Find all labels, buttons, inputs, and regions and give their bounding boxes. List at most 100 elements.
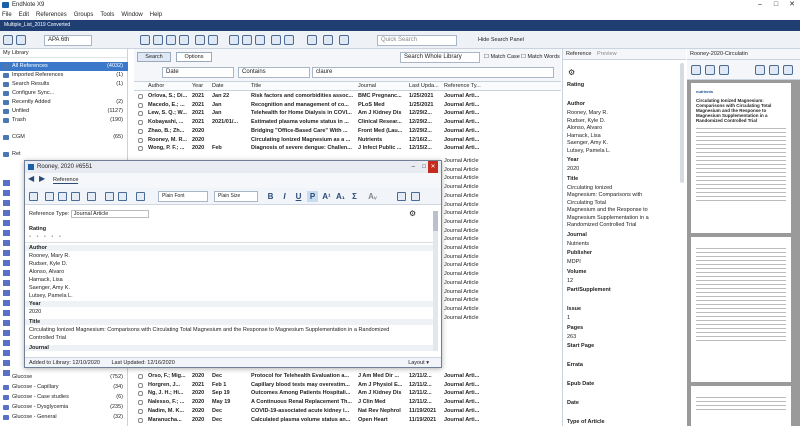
new-reference-icon[interactable] [140,35,150,45]
table-row[interactable]: Lew, S. Q.; W... 2021 Jan Telehealth for Ho… [134,109,561,117]
search-term-input[interactable]: claure [312,67,554,78]
size-select[interactable]: Plain Size [214,191,258,202]
menu-help[interactable]: Help [150,12,162,18]
field-value[interactable]: Harnack, Lisa [567,133,601,139]
field-value[interactable]: Nutrients [567,241,589,247]
style-select[interactable]: APA 6th [44,35,92,46]
editor-gear-icon[interactable]: ⚙ [409,209,416,218]
table-row[interactable]: Macedo, E.; ... 2021 Jan Recognition and ma… [134,101,561,109]
sidebar-group[interactable]: Glucose - Capillary (34) [0,383,128,392]
scrollbar[interactable] [680,63,684,183]
open-link-icon[interactable] [58,192,67,201]
sidebar-item[interactable]: Ret [0,150,128,159]
search-scope-select[interactable]: Search Whole Library [400,52,480,63]
editor-close-icon[interactable]: ✕ [428,161,438,173]
sidebar-item[interactable]: Trash (190) [0,116,128,125]
underline-button[interactable]: U [293,191,304,202]
title-value-cont[interactable]: Controlled Trial [29,335,66,341]
sidebar-item[interactable]: All References (4032) [0,62,128,71]
attach-icon[interactable] [783,65,793,75]
open-pdf-icon[interactable] [691,65,701,75]
sidebar-group[interactable]: Glucose (752) [0,373,128,382]
italic-button[interactable]: I [279,191,290,202]
field-value[interactable]: Rudser, Kyle D. [567,118,605,124]
rating-stars[interactable]: • • • • • [29,234,63,240]
sidebar-group[interactable]: Glucose - Dysglycemia (235) [0,403,128,412]
copy-formatted-icon[interactable] [136,192,145,201]
field-value[interactable]: Randomized Controlled Trial [567,222,636,228]
field-value[interactable]: Circulating Ionized [567,185,612,191]
symbol-button[interactable]: Σ [349,191,360,202]
sidebar-item[interactable]: Unfiled (1127) [0,107,128,116]
match-words-checkbox[interactable]: ☐ Match Words [521,54,560,60]
attach-file-icon[interactable] [45,192,54,201]
sidebar-item[interactable]: CGM (65) [0,133,128,142]
tab-reference-editor[interactable]: Reference [53,177,79,184]
field-value[interactable]: Saenger, Amy K. [567,140,608,146]
back-arrow-icon[interactable]: ◀ [28,174,34,183]
help-icon[interactable] [339,35,349,45]
plain-button[interactable]: P [307,191,318,202]
tab-reference[interactable]: Reference [566,51,591,57]
web-icon[interactable] [118,192,127,201]
editor-maximize-icon[interactable]: □ [422,161,426,173]
local-library-icon[interactable] [3,35,13,45]
paste-icon[interactable] [397,192,406,201]
table-row[interactable]: Nadim, M. K... 2020 Dec COVID-19-associated… [134,407,561,415]
sidebar-item[interactable]: Imported References (1) [0,71,128,80]
save-pdf-icon[interactable] [705,65,715,75]
table-row[interactable]: Maranucha... 2020 Dec Calculated plasma vol… [134,416,561,424]
url-icon[interactable] [105,192,114,201]
field-value[interactable]: MDPI [567,259,581,265]
close-icon[interactable]: ✕ [784,0,800,10]
search-button[interactable]: Search [137,52,171,62]
field-value[interactable]: 12 [567,278,573,284]
figure-icon[interactable] [87,192,96,201]
editor-minimize-icon[interactable]: – [412,161,415,173]
field-value[interactable]: 2020 [567,166,579,172]
table-row[interactable]: Nalesso, F.; ... 2020 May 19 A Continuous R… [134,398,561,406]
editor-scrollbar[interactable] [433,211,438,351]
tab-preview[interactable]: Preview [597,51,617,57]
case-button[interactable]: Aᵥ [367,191,378,202]
column-header-cell[interactable]: Reference Ty... [444,82,481,91]
table-row[interactable]: Zhao, B.; Zh... 2020 Bridging "Office-Base… [134,127,561,135]
menu-edit[interactable]: Edit [19,12,29,18]
author-value[interactable]: Harnack, Lisa [29,277,63,283]
import-icon[interactable] [195,35,205,45]
author-value[interactable]: Saenger, Amy K. [29,285,70,291]
sidebar-item[interactable]: Configure Sync... [0,89,128,98]
gear-icon[interactable]: ⚙ [568,68,575,77]
share-icon[interactable] [323,35,333,45]
layout-button[interactable]: Layout ▾ [408,358,429,368]
field-value[interactable]: 1 [567,315,570,321]
author-value[interactable]: Lutsey, Pamela L. [29,293,73,299]
menu-tools[interactable]: Tools [100,12,114,18]
search-field-select[interactable]: Date [162,67,234,78]
subscript-button[interactable]: A₁ [335,191,346,202]
pdf-tab[interactable]: Rooney-2020-Circulatin [690,51,748,57]
maximize-icon[interactable]: □ [768,0,784,10]
menu-window[interactable]: Window [121,12,142,18]
author-value[interactable]: Rooney, Mary R. [29,253,70,259]
column-header-cell[interactable]: Author [148,82,164,91]
field-value[interactable]: 263 [567,334,576,340]
forward-arrow-icon[interactable]: ▶ [39,174,45,183]
match-case-checkbox[interactable]: ☐ Match Case [484,54,520,60]
library-tab[interactable]: Multiple_List_2019 Converted [0,20,800,31]
table-row[interactable]: Wong, P. F.; ... 2020 Feb Diagnosis of seve… [134,144,561,152]
field-value[interactable]: Magnesium Supplementation in a [567,215,649,221]
table-row[interactable]: Kobayashi, ... 2021 2021/01/... Estimated p… [134,118,561,126]
table-row[interactable]: Horgren, J... 2021 Feb 1 Capillary blood te… [134,381,561,389]
sidebar-item[interactable]: Search Results (1) [0,80,128,89]
field-value[interactable]: Rooney, Mary R. [567,110,608,116]
ref-type-select[interactable]: Journal Article [70,210,150,218]
table-row[interactable]: Orso, F.; Mig... 2020 Dec Protocol for Tele… [134,372,561,380]
column-header-cell[interactable]: Title [251,82,261,91]
search-online-icon[interactable] [166,35,176,45]
find-fulltext-icon[interactable] [179,35,189,45]
menu-file[interactable]: File [2,12,12,18]
insert-citation-icon[interactable] [271,35,281,45]
online-library-icon[interactable] [16,35,26,45]
sidebar-item[interactable]: Recently Added (2) [0,98,128,107]
